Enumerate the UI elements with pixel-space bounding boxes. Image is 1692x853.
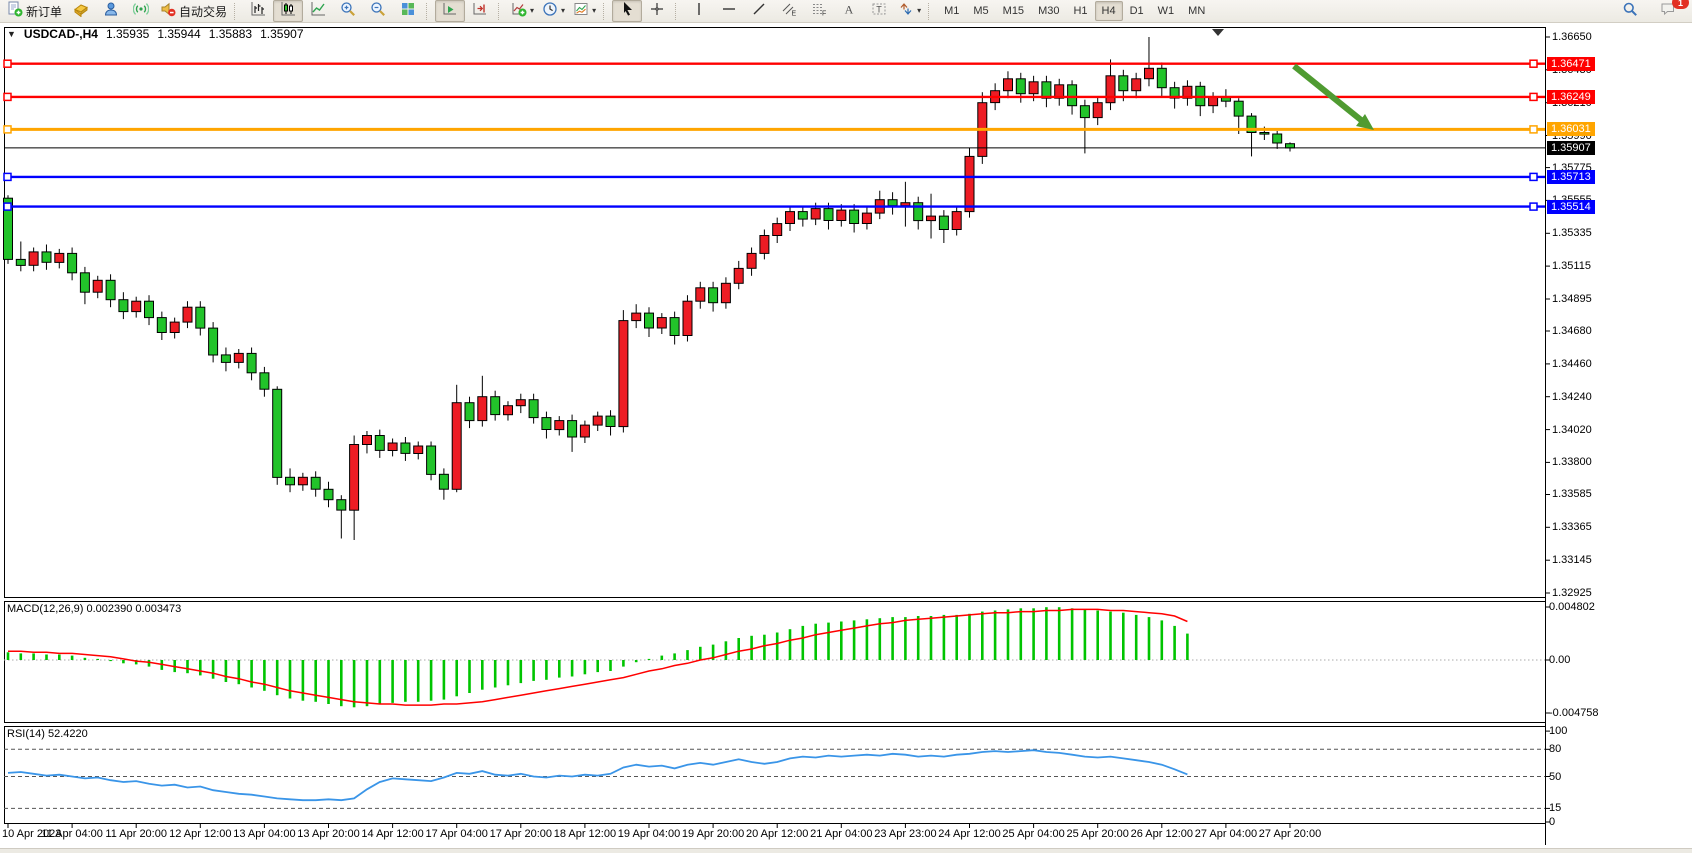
price-tick-label: 1.34020: [1552, 423, 1592, 437]
time-axis-label: 23 Apr 23:00: [874, 828, 936, 840]
rsi-level-lines: [4, 749, 1545, 808]
rsi-line: [8, 750, 1187, 800]
time-axis-label: 14 Apr 12:00: [361, 828, 423, 840]
macd-tick-label: 0.004802: [1549, 600, 1595, 614]
one-click-trading-toggle-icon[interactable]: ▼: [7, 29, 16, 39]
hline-support-3[interactable]: [4, 173, 1545, 180]
chart-shift-marker[interactable]: [1212, 29, 1224, 36]
rsi-tick-label: 15: [1549, 801, 1561, 815]
price-tick-label: 1.33145: [1552, 553, 1592, 567]
hline-price-flag: 1.36031: [1547, 122, 1595, 136]
bar-close-value: 1.35907: [260, 27, 303, 41]
time-axis-label: 19 Apr 04:00: [618, 828, 680, 840]
rsi-tick-label: 100: [1549, 724, 1567, 738]
time-axis-label: 27 Apr 04:00: [1195, 828, 1257, 840]
time-axis-label: 19 Apr 20:00: [682, 828, 744, 840]
time-axis-label: 24 Apr 12:00: [938, 828, 1000, 840]
rsi-tick-label: 0: [1549, 815, 1555, 829]
price-tick-label: 1.34460: [1552, 357, 1592, 371]
time-axis-label: 11 Apr 04:00: [41, 828, 103, 840]
macd-tick-label: -0.004758: [1549, 706, 1599, 720]
hline-price-flag: 1.35713: [1547, 170, 1595, 184]
time-axis-label: 17 Apr 04:00: [425, 828, 487, 840]
current-price-flag: 1.35907: [1547, 141, 1595, 155]
mt4-terminal: 新订单自动交易▾▾▾EFAT▾M1M5M15M30H1H4D1W1MN1 ▼ U…: [0, 0, 1692, 853]
rsi-tick-label: 50: [1549, 770, 1561, 784]
hline-price-flag: 1.36471: [1547, 57, 1595, 71]
time-axis-label: 13 Apr 20:00: [297, 828, 359, 840]
time-axis-label: 20 Apr 12:00: [746, 828, 808, 840]
price-tick-label: 1.35115: [1552, 259, 1591, 273]
hline-support-4[interactable]: [4, 203, 1545, 210]
macd-tick-label: 0.00: [1549, 653, 1570, 667]
hline-resistance-0[interactable]: [4, 60, 1545, 67]
price-tick-label: 1.34895: [1552, 292, 1592, 306]
candlesticks: [4, 37, 1295, 540]
time-axis-label: 13 Apr 04:00: [233, 828, 295, 840]
hline-pivot-2[interactable]: [4, 126, 1545, 133]
rsi-indicator-label: RSI(14) 52.4220: [7, 728, 88, 740]
hline-resistance-1[interactable]: [4, 93, 1545, 100]
time-axis-label: 26 Apr 12:00: [1131, 828, 1193, 840]
time-axis-label: 18 Apr 12:00: [554, 828, 616, 840]
price-tick-label: 1.34680: [1552, 324, 1592, 338]
time-axis-label: 27 Apr 20:00: [1259, 828, 1321, 840]
price-tick-label: 1.33800: [1552, 455, 1592, 469]
window-bottom-edge: [0, 848, 1692, 853]
price-tick-label: 1.32925: [1552, 586, 1592, 600]
time-axis-label: 25 Apr 20:00: [1066, 828, 1128, 840]
chart-symbol-period: USDCAD-,H4: [24, 27, 98, 41]
rsi-tick-label: 80: [1549, 742, 1561, 756]
price-tick-label: 1.33585: [1552, 487, 1592, 501]
macd-signal-line: [8, 609, 1187, 705]
hline-price-flag: 1.36249: [1547, 90, 1595, 104]
bar-open-value: 1.35935: [106, 27, 149, 41]
bar-low-value: 1.35883: [209, 27, 252, 41]
hline-price-flag: 1.35514: [1547, 200, 1595, 214]
macd-histogram: [7, 607, 1189, 707]
macd-indicator-label: MACD(12,26,9) 0.002390 0.003473: [7, 603, 181, 615]
price-tick-label: 1.33365: [1552, 520, 1592, 534]
bar-high-value: 1.35944: [157, 27, 200, 41]
time-axis-label: 25 Apr 04:00: [1002, 828, 1064, 840]
chart-canvas[interactable]: [0, 0, 1692, 853]
time-axis-label: 17 Apr 20:00: [490, 828, 552, 840]
price-tick-label: 1.36650: [1552, 30, 1592, 44]
chart-title: ▼ USDCAD-,H4 1.35935 1.35944 1.35883 1.3…: [7, 27, 304, 41]
time-axis-label: 21 Apr 04:00: [810, 828, 872, 840]
price-tick-label: 1.35335: [1552, 226, 1592, 240]
price-tick-label: 1.34240: [1552, 390, 1592, 404]
time-axis-label: 11 Apr 20:00: [105, 828, 167, 840]
time-axis-label: 12 Apr 12:00: [169, 828, 231, 840]
pane-frames: [5, 27, 1546, 845]
